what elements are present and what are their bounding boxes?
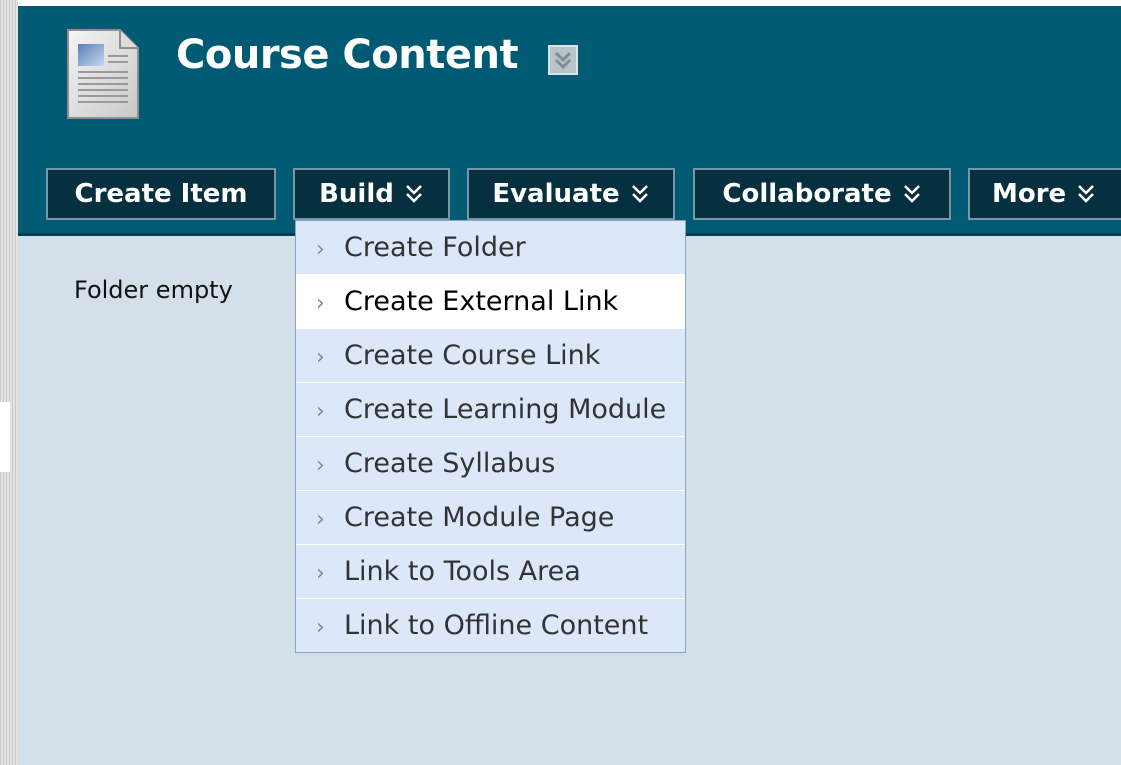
menu-item-create-syllabus[interactable]: › Create Syllabus bbox=[296, 437, 685, 491]
left-rail-notch bbox=[0, 402, 10, 472]
chevron-right-icon: › bbox=[316, 345, 325, 370]
create-item-button[interactable]: Create Item bbox=[46, 168, 276, 220]
chevron-right-icon: › bbox=[316, 561, 325, 586]
menu-item-label: Link to Offline Content bbox=[344, 610, 649, 641]
double-chevron-down-icon bbox=[903, 185, 920, 203]
collaborate-label: Collaborate bbox=[722, 179, 892, 209]
chevron-right-icon: › bbox=[316, 237, 325, 262]
folder-empty-message: Folder empty bbox=[74, 276, 233, 304]
evaluate-button[interactable]: Evaluate bbox=[467, 168, 675, 220]
left-scroll-rail bbox=[0, 0, 18, 765]
menu-item-label: Create Module Page bbox=[344, 502, 615, 533]
title-menu-button[interactable] bbox=[548, 45, 578, 75]
page-header: Course Content Create Item Build Evaluat… bbox=[18, 6, 1121, 233]
double-chevron-down-icon bbox=[631, 185, 648, 203]
double-chevron-down-icon bbox=[554, 51, 572, 70]
menu-item-link-to-tools-area[interactable]: › Link to Tools Area bbox=[296, 545, 685, 599]
menu-item-label: Create Course Link bbox=[344, 340, 601, 371]
page-title: Course Content bbox=[176, 32, 519, 78]
menu-item-label: Create Folder bbox=[344, 232, 526, 263]
menu-item-create-course-link[interactable]: › Create Course Link bbox=[296, 329, 685, 383]
chevron-right-icon: › bbox=[316, 453, 325, 478]
menu-item-label: Create Syllabus bbox=[344, 448, 556, 479]
evaluate-label: Evaluate bbox=[492, 179, 620, 209]
collaborate-button[interactable]: Collaborate bbox=[693, 168, 951, 220]
chevron-right-icon: › bbox=[316, 615, 325, 640]
build-button[interactable]: Build bbox=[293, 168, 450, 220]
menu-item-label: Link to Tools Area bbox=[344, 556, 581, 587]
menu-item-create-module-page[interactable]: › Create Module Page bbox=[296, 491, 685, 545]
menu-item-label: Create External Link bbox=[344, 286, 619, 317]
double-chevron-down-icon bbox=[1078, 185, 1095, 203]
chevron-right-icon: › bbox=[316, 291, 325, 316]
menu-item-label: Create Learning Module bbox=[344, 394, 667, 425]
build-dropdown-menu: › Create Folder › Create External Link ›… bbox=[295, 220, 686, 653]
menu-item-create-external-link[interactable]: › Create External Link bbox=[296, 275, 685, 329]
build-label: Build bbox=[319, 179, 394, 209]
document-icon bbox=[67, 29, 139, 119]
double-chevron-down-icon bbox=[405, 185, 422, 203]
more-label: More bbox=[992, 179, 1067, 209]
more-button[interactable]: More bbox=[968, 168, 1121, 220]
chevron-right-icon: › bbox=[316, 507, 325, 532]
create-item-label: Create Item bbox=[74, 179, 248, 209]
menu-item-create-learning-module[interactable]: › Create Learning Module bbox=[296, 383, 685, 437]
content-area: Folder empty › Create Folder › Create Ex… bbox=[18, 220, 1121, 765]
chevron-right-icon: › bbox=[316, 399, 325, 424]
menu-item-link-to-offline-content[interactable]: › Link to Offline Content bbox=[296, 599, 685, 652]
menu-item-create-folder[interactable]: › Create Folder bbox=[296, 221, 685, 275]
